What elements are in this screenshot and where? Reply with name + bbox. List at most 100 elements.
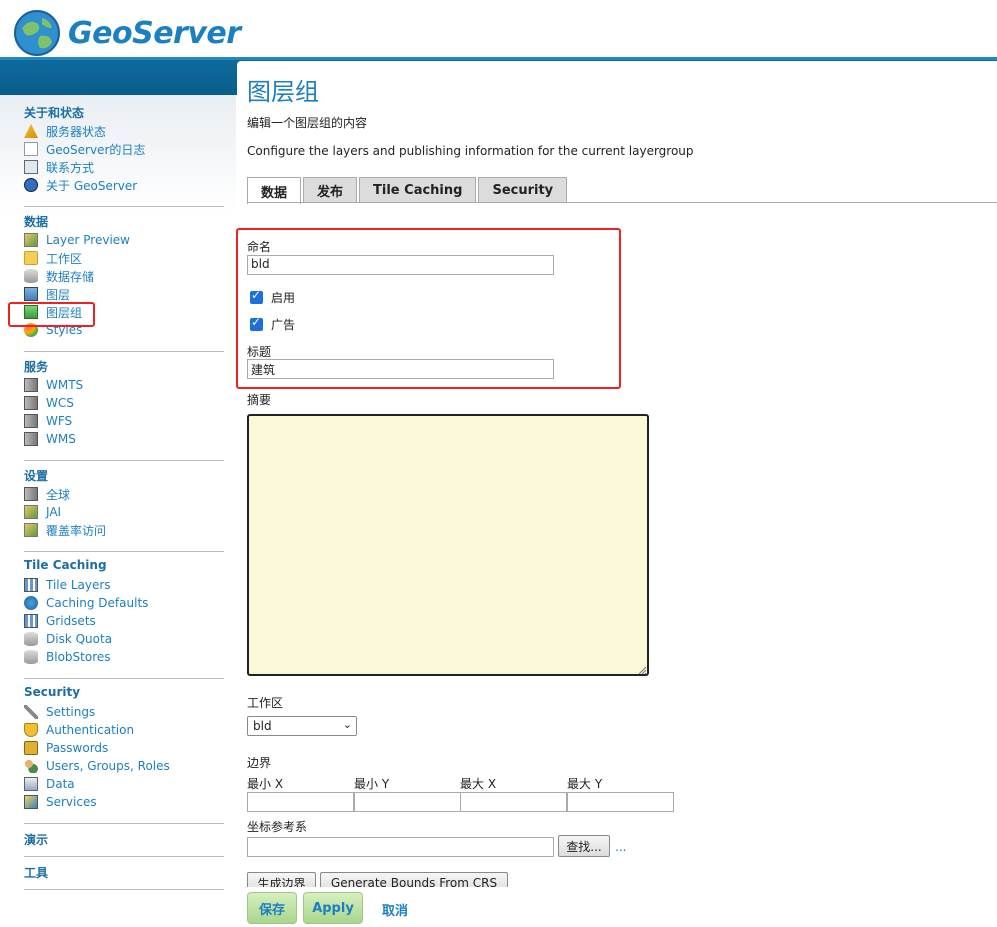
sidebar-item-label: Gridsets — [46, 614, 96, 628]
sidebar-section-security: Security Settings Authentication Passwor… — [24, 685, 224, 811]
generate-bounds-from-crs-button[interactable]: Generate Bounds From CRS — [320, 872, 508, 887]
warning-icon — [24, 124, 38, 138]
sidebar-item-stores[interactable]: 数据存储 — [24, 267, 224, 285]
sidebar-item-label: WFS — [46, 414, 73, 428]
sidebar-item-gridsets[interactable]: Gridsets — [24, 612, 224, 630]
sidebar-item-layer-preview[interactable]: Layer Preview — [24, 231, 224, 249]
tab-publishing[interactable]: 发布 — [303, 177, 358, 203]
abstract-textarea[interactable] — [247, 414, 649, 676]
geoserver-logo[interactable]: GeoServer — [12, 8, 241, 58]
bounds-minx-input[interactable] — [247, 792, 354, 812]
server-icon — [24, 378, 38, 392]
tab-data[interactable]: 数据 — [247, 177, 302, 204]
sidebar-item-security-data[interactable]: Data — [24, 775, 224, 793]
sidebar-item-label: Services — [46, 795, 97, 809]
tab-tile-caching[interactable]: Tile Caching — [359, 177, 477, 203]
sidebar-item-layers[interactable]: 图层 — [24, 285, 224, 303]
section-title: 工具 — [24, 866, 49, 880]
services-icon — [24, 795, 38, 809]
sidebar-item-about[interactable]: 关于 GeoServer — [24, 176, 224, 194]
page-subtitle: 编辑一个图层组的内容 — [247, 116, 368, 130]
abstract-label: 摘要 — [247, 393, 272, 407]
server-icon — [24, 432, 38, 446]
sidebar-item-server-status[interactable]: 服务器状态 — [24, 122, 224, 140]
sidebar-item-label: Tile Layers — [46, 578, 111, 592]
bounds-maxy-input[interactable] — [567, 792, 674, 812]
workspace-value: bld — [253, 719, 272, 733]
sidebar-item-label: Authentication — [46, 723, 135, 737]
wrench-icon — [24, 705, 38, 719]
highlight-box-form — [236, 228, 621, 389]
sidebar-item-label: 联系方式 — [46, 160, 95, 175]
sidebar-divider — [24, 206, 224, 207]
bounds-buttons-row: 生成边界 Generate Bounds From CRS — [237, 870, 997, 887]
map-preview-icon — [24, 505, 38, 519]
sidebar-section-tools[interactable]: 工具 — [24, 864, 224, 882]
sidebar-item-authentication[interactable]: Authentication — [24, 721, 224, 739]
tab-bar: 数据 发布 Tile Caching Security — [247, 177, 569, 204]
sidebar-item-users-groups-roles[interactable]: Users, Groups, Roles — [24, 757, 224, 775]
crs-find-button[interactable]: 查找... — [558, 835, 610, 857]
contact-card-icon — [24, 160, 38, 174]
sidebar-item-wfs[interactable]: WFS — [24, 412, 224, 430]
sidebar-item-label: JAI — [46, 505, 62, 519]
bounds-miny-input[interactable] — [354, 792, 461, 812]
sidebar-item-coverage-access[interactable]: 覆盖率访问 — [24, 521, 224, 539]
sidebar-item-label: BlobStores — [46, 650, 111, 664]
sidebar-item-security-settings[interactable]: Settings — [24, 703, 224, 721]
sidebar-item-wcs[interactable]: WCS — [24, 394, 224, 412]
document-icon — [24, 142, 38, 156]
sidebar-divider — [24, 856, 224, 857]
sidebar-item-label: 图层 — [46, 287, 71, 302]
server-icon — [24, 487, 38, 501]
lock-icon — [24, 741, 38, 755]
sidebar-divider — [24, 551, 224, 552]
sidebar-item-caching-defaults[interactable]: Caching Defaults — [24, 594, 224, 612]
sidebar-divider — [24, 889, 224, 890]
cancel-link[interactable]: 取消 — [382, 900, 408, 919]
crs-more-link[interactable]: ... — [615, 840, 626, 854]
sidebar-item-blobstores[interactable]: BlobStores — [24, 648, 224, 666]
sidebar-item-logs[interactable]: GeoServer的日志 — [24, 140, 224, 158]
sidebar-item-tile-layers[interactable]: Tile Layers — [24, 576, 224, 594]
sidebar-item-disk-quota[interactable]: Disk Quota — [24, 630, 224, 648]
section-title: 关于和状态 — [24, 106, 85, 120]
workspace-select[interactable]: bld ⌄ — [247, 716, 357, 736]
apply-button[interactable]: Apply — [303, 892, 363, 924]
database-icon — [24, 269, 38, 283]
sidebar-item-jai[interactable]: JAI — [24, 503, 224, 521]
sidebar-item-label: Disk Quota — [46, 632, 113, 646]
sidebar-item-passwords[interactable]: Passwords — [24, 739, 224, 757]
save-button[interactable]: 保存 — [247, 892, 297, 924]
sidebar-section-demos[interactable]: 演示 — [24, 831, 224, 849]
server-icon — [24, 396, 38, 410]
sidebar-item-label: 服务器状态 — [46, 124, 107, 139]
sidebar-item-label: Layer Preview — [46, 233, 130, 247]
sidebar-item-workspaces[interactable]: 工作区 — [24, 249, 224, 267]
tab-divider — [247, 202, 997, 203]
folder-icon — [24, 251, 38, 265]
sidebar-item-label: 数据存储 — [46, 269, 95, 284]
sidebar-section-services: 服务 WMTS WCS WFS WMS — [24, 358, 224, 448]
sidebar-item-wmts[interactable]: WMTS — [24, 376, 224, 394]
sidebar-item-label: 关于 GeoServer — [46, 178, 138, 193]
info-icon — [24, 178, 38, 192]
database-icon — [24, 650, 38, 664]
map-preview-icon — [24, 233, 38, 247]
sidebar-item-label: Passwords — [46, 741, 109, 755]
tab-security[interactable]: Security — [478, 177, 568, 203]
highlight-box-layer-groups — [8, 302, 95, 327]
resize-grip-icon[interactable] — [638, 664, 647, 675]
bounds-maxx-input[interactable] — [460, 792, 567, 812]
crs-input[interactable] — [247, 837, 554, 857]
sidebar-item-wms[interactable]: WMS — [24, 430, 224, 448]
sidebar-item-contact[interactable]: 联系方式 — [24, 158, 224, 176]
map-preview-icon — [24, 523, 38, 537]
sidebar-item-global[interactable]: 全球 — [24, 485, 224, 503]
bounds-label: 边界 — [247, 756, 272, 770]
sidebar-item-label: WMS — [46, 432, 76, 446]
generate-bounds-button[interactable]: 生成边界 — [247, 872, 316, 887]
sidebar-item-security-services[interactable]: Services — [24, 793, 224, 811]
sidebar-item-label: WCS — [46, 396, 74, 410]
workspace-label: 工作区 — [247, 696, 284, 710]
